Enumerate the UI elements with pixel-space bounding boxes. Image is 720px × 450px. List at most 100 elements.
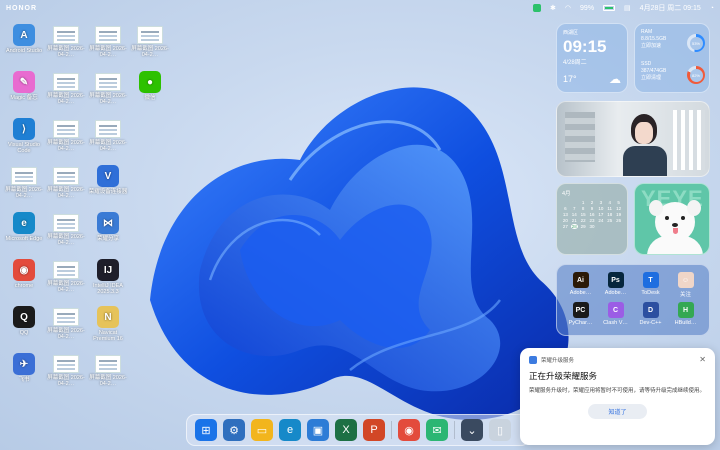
desktop-icon[interactable]: 屏幕截图 2026-04-2… (130, 24, 170, 58)
calendar-day[interactable]: 16 (589, 212, 596, 217)
photo-widget[interactable] (556, 101, 710, 177)
app-shortcut[interactable]: Ai Adobe… (565, 272, 596, 298)
remote-desktop-icon[interactable]: ▣ (307, 419, 329, 441)
desktop-icon[interactable]: 屏幕截图 2026-04-2… (46, 165, 86, 199)
calendar-day[interactable] (597, 224, 604, 229)
calendar-day[interactable]: 27 (562, 224, 569, 229)
settings-gear-icon[interactable]: ⚙ (223, 419, 245, 441)
desktop-icon[interactable]: 屏幕截图 2026-04-2… (88, 71, 128, 105)
system-monitor-widget[interactable]: RAM 8.8/15.5GB 立即加速 53% SSD 387/474GB 立即… (634, 23, 710, 93)
desktop-icon[interactable]: ✈ 飞书 (4, 353, 44, 383)
desktop-icon[interactable]: ⋈ 荣耀分享 (88, 212, 128, 242)
ssd-clean-link[interactable]: 立即清理 (641, 75, 666, 82)
calendar-day[interactable]: 20 (562, 218, 569, 223)
battery-percent[interactable]: 99% (580, 5, 594, 12)
calendar-day[interactable]: 12 (615, 206, 622, 211)
file-explorer-icon[interactable]: ▭ (251, 419, 273, 441)
desktop-icon[interactable]: A Android Studio (4, 24, 44, 54)
calendar-day[interactable] (615, 224, 622, 229)
calendar-day[interactable]: 26 (615, 218, 622, 223)
calendar-day[interactable]: 6 (562, 206, 569, 211)
calendar-day[interactable]: 15 (580, 212, 587, 217)
desktop-icon[interactable]: IJ IntelliJ IDEA 2025.3.3 (88, 259, 128, 295)
bluetooth-icon[interactable]: ✱ (550, 4, 556, 12)
calendar-day[interactable]: 29 (580, 224, 587, 229)
calendar-day[interactable]: 25 (606, 218, 613, 223)
calendar-day[interactable]: 3 (597, 200, 604, 205)
app-shortcut[interactable]: ☺ 关注 (670, 272, 701, 298)
close-icon[interactable]: ✕ (699, 355, 706, 364)
app-shortcut[interactable]: T ToDesk (635, 272, 666, 298)
bell-icon[interactable]: ◔ (710, 5, 714, 12)
desktop-icon[interactable]: N Navicat Premium 16 (88, 306, 128, 342)
app-shortcut[interactable]: C Clash V… (600, 302, 631, 326)
calendar-day[interactable] (606, 224, 613, 229)
excel-icon[interactable]: X (335, 419, 357, 441)
desktop-icon[interactable]: 屏幕截图 2026-04-2… (88, 118, 128, 152)
calendar-day[interactable]: 28 (570, 224, 578, 229)
calendar-day[interactable]: 1 (580, 200, 587, 205)
desktop-icon[interactable]: ● 微信 (130, 71, 170, 101)
green-app-icon[interactable]: ✉ (426, 419, 448, 441)
calendar-day[interactable]: 5 (615, 200, 622, 205)
desktop-icon[interactable]: 屏幕截图 2026-04-2… (88, 353, 128, 387)
desktop-icon[interactable]: 屏幕截图 2026-04-2… (88, 24, 128, 58)
weather-widget[interactable]: 西湖区 09:15 4/28周二 17° ☁ (556, 23, 628, 93)
calendar-day[interactable]: 24 (597, 218, 604, 223)
pet-photo-widget[interactable]: YEYE (634, 183, 710, 255)
desktop-icon[interactable]: 屏幕截图 2026-04-2… (46, 353, 86, 387)
calendar-day[interactable] (562, 200, 569, 205)
wifi-icon[interactable]: ◠ (565, 4, 571, 12)
calendar-widget[interactable]: 4月 1 2 3 4 5 6 7 8 9 10 11 12 13 14 15 16 17 18 19 20 21 22 23… (556, 183, 628, 255)
calendar-day[interactable]: 13 (562, 212, 569, 217)
notification-app-name: 荣耀升级服务 (541, 357, 575, 364)
calendar-day[interactable]: 17 (597, 212, 604, 217)
app-shortcut[interactable]: Ps Adobe… (600, 272, 631, 298)
ssd-label: SSD (641, 61, 652, 67)
battery-icon[interactable] (603, 5, 616, 11)
powerpoint-icon[interactable]: P (363, 419, 385, 441)
calendar-day[interactable]: 8 (580, 206, 587, 211)
desktop-icon[interactable]: e Microsoft Edge (4, 212, 44, 242)
calendar-day[interactable]: 22 (580, 218, 587, 223)
windows-start-icon[interactable]: ⊞ (195, 419, 217, 441)
desktop-icon[interactable]: 屏幕截图 2026-04-2… (46, 71, 86, 105)
desktop-icon[interactable]: ◉ chrome (4, 259, 44, 289)
calendar-day[interactable]: 10 (597, 206, 604, 211)
ram-boost-link[interactable]: 立即加速 (641, 43, 666, 50)
desktop-icon[interactable]: 屏幕截图 2026-04-2… (46, 24, 86, 58)
calendar-day[interactable]: 7 (571, 206, 578, 211)
datetime[interactable]: 4月28日 周二 09:15 (640, 3, 701, 13)
app-shortcut[interactable]: PC PyChar… (565, 302, 596, 326)
calendar-day[interactable]: 14 (571, 212, 578, 217)
app-shortcut-label: HBuild… (674, 320, 697, 326)
calendar-day[interactable]: 9 (589, 206, 596, 211)
desktop-icon[interactable]: Q QQ (4, 306, 44, 336)
desktop-icon[interactable]: 屏幕截图 2026-04-2… (46, 306, 86, 340)
app-shortcut[interactable]: D Dev-C++ (635, 302, 666, 326)
edge-icon[interactable]: e (279, 419, 301, 441)
chrome-icon[interactable]: ◉ (398, 419, 420, 441)
desktop-icon[interactable]: 屏幕截图 2026-04-2… (4, 165, 44, 199)
chevron-down-icon[interactable]: ⌄ (461, 419, 483, 441)
calendar-day[interactable]: 23 (589, 218, 596, 223)
desktop-icon[interactable]: 屏幕截图 2026-04-2… (46, 259, 86, 293)
calendar-day[interactable]: 21 (571, 218, 578, 223)
calendar-day[interactable]: 19 (615, 212, 622, 217)
desktop-icon[interactable]: 屏幕截图 2026-04-2… (46, 118, 86, 152)
calendar-day[interactable]: 2 (589, 200, 596, 205)
acknowledge-button[interactable]: 知道了 (588, 404, 647, 420)
desktop-icon[interactable]: ✎ Magic 备忘 (4, 71, 44, 101)
desktop-icon[interactable]: V 荣耀设备连接器 (88, 165, 128, 195)
desktop-icon[interactable]: ⟩ Visual Studio Code (4, 118, 44, 154)
calendar-day[interactable] (571, 200, 578, 205)
desktop-icon[interactable]: 屏幕截图 2026-04-2… (46, 212, 86, 246)
honor-shield-icon[interactable] (533, 4, 542, 12)
notification-icon[interactable]: ▤ (624, 4, 631, 12)
calendar-day[interactable]: 18 (606, 212, 613, 217)
calendar-day[interactable]: 30 (589, 224, 596, 229)
tablet-icon[interactable]: ▯ (489, 419, 511, 441)
calendar-day[interactable]: 4 (606, 200, 613, 205)
calendar-day[interactable]: 11 (606, 206, 613, 211)
app-shortcut[interactable]: H HBuild… (670, 302, 701, 326)
